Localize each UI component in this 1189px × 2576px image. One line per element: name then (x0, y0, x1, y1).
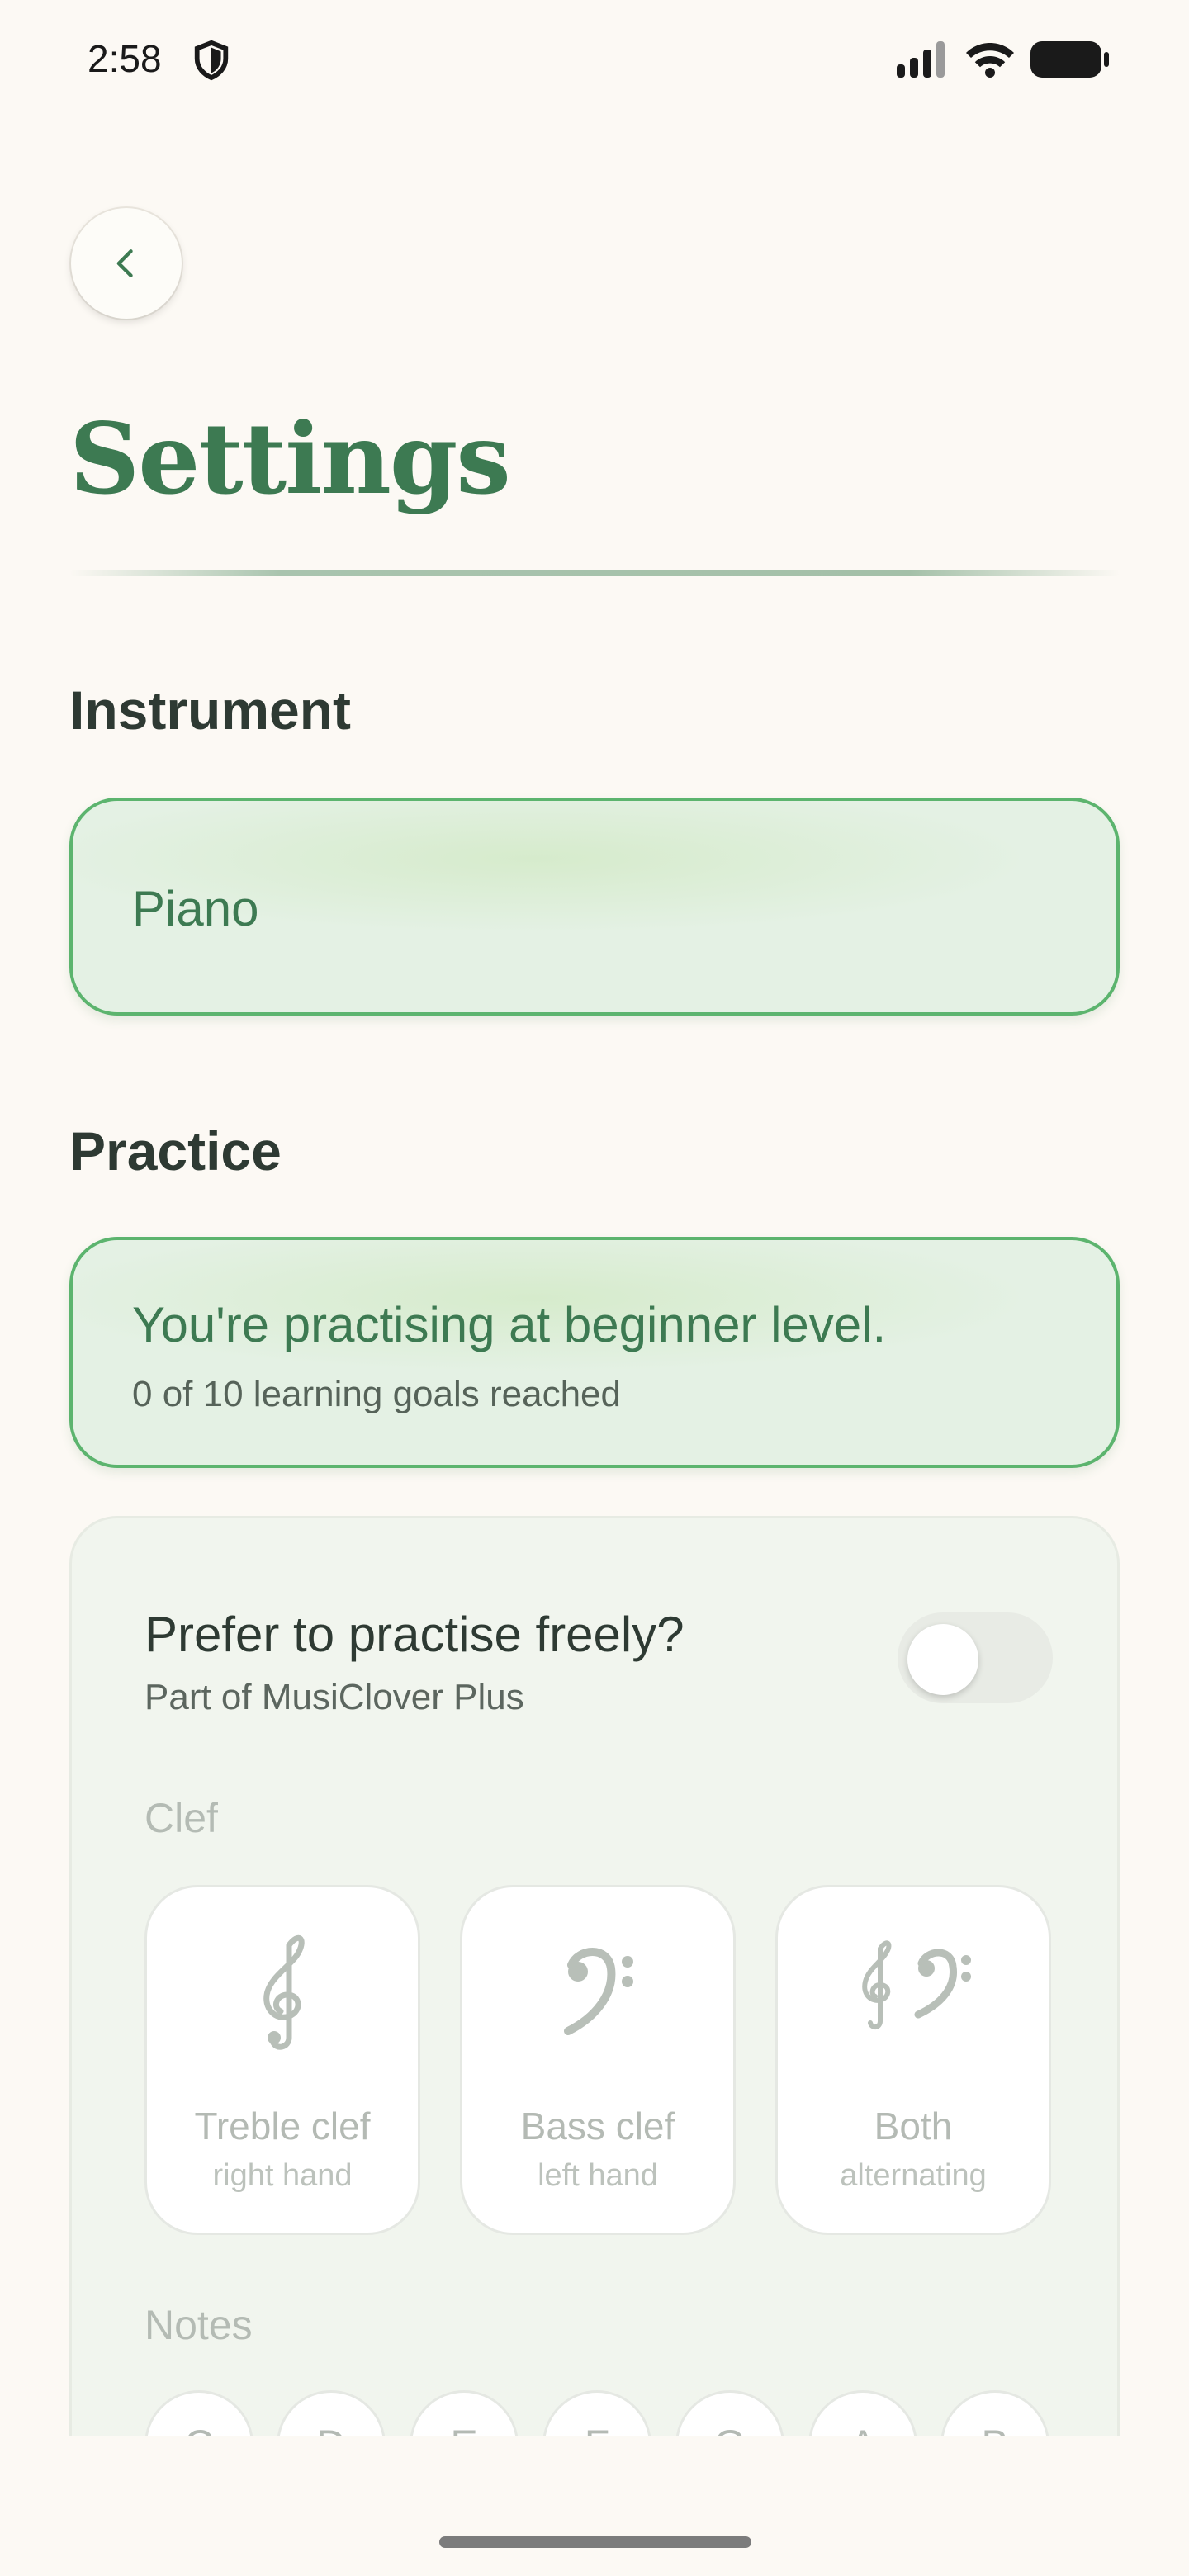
level-title: You're practising at beginner level. (132, 1297, 887, 1352)
clef-option-hint: right hand (212, 2158, 353, 2193)
wifi-icon (966, 43, 1014, 78)
instrument-heading: Instrument (69, 680, 352, 741)
free-practice-title: Prefer to practise freely? (144, 1607, 685, 1662)
level-progress: 0 of 10 learning goals reached (132, 1374, 621, 1414)
chevron-left-icon (116, 249, 133, 277)
battery-icon (1030, 41, 1109, 78)
treble-clef-icon (147, 1929, 418, 2053)
free-practice-subtitle: Part of MusiClover Plus (144, 1677, 524, 1717)
free-practice-panel: Prefer to practise freely? Part of MusiC… (69, 1516, 1120, 2507)
clef-option-both[interactable]: Both alternating (775, 1885, 1051, 2235)
signal-icon (897, 41, 945, 78)
clef-option-name: Bass clef (520, 2105, 675, 2147)
instrument-value: Piano (132, 881, 259, 936)
clef-option-hint: alternating (840, 2158, 987, 2193)
back-button[interactable] (71, 208, 182, 319)
shield-icon (194, 40, 229, 81)
status-bar: 2:58 (0, 0, 1189, 116)
clef-option-name: Both (874, 2105, 953, 2147)
clef-label: Clef (144, 1795, 218, 1841)
practice-heading: Practice (69, 1120, 282, 1181)
clef-option-name: Treble clef (194, 2105, 371, 2147)
instrument-selector[interactable]: Piano (69, 798, 1120, 1016)
status-time: 2:58 (88, 37, 162, 80)
toggle-knob (907, 1624, 978, 1695)
bottom-navigation-area (0, 2436, 1189, 2576)
treble-and-bass-clef-icon (778, 1929, 1049, 2053)
clef-option-treble[interactable]: Treble clef right hand (144, 1885, 420, 2235)
home-indicator[interactable] (439, 2536, 751, 2548)
page-title: Settings (69, 401, 511, 516)
title-divider (69, 570, 1120, 576)
practice-level-card[interactable]: You're practising at beginner level. 0 o… (69, 1237, 1120, 1468)
free-practice-toggle[interactable] (898, 1612, 1053, 1703)
clef-option-hint: left hand (538, 2158, 658, 2193)
notes-label: Notes (144, 2302, 253, 2348)
clef-option-bass[interactable]: Bass clef left hand (460, 1885, 736, 2235)
bass-clef-icon (462, 1929, 733, 2053)
